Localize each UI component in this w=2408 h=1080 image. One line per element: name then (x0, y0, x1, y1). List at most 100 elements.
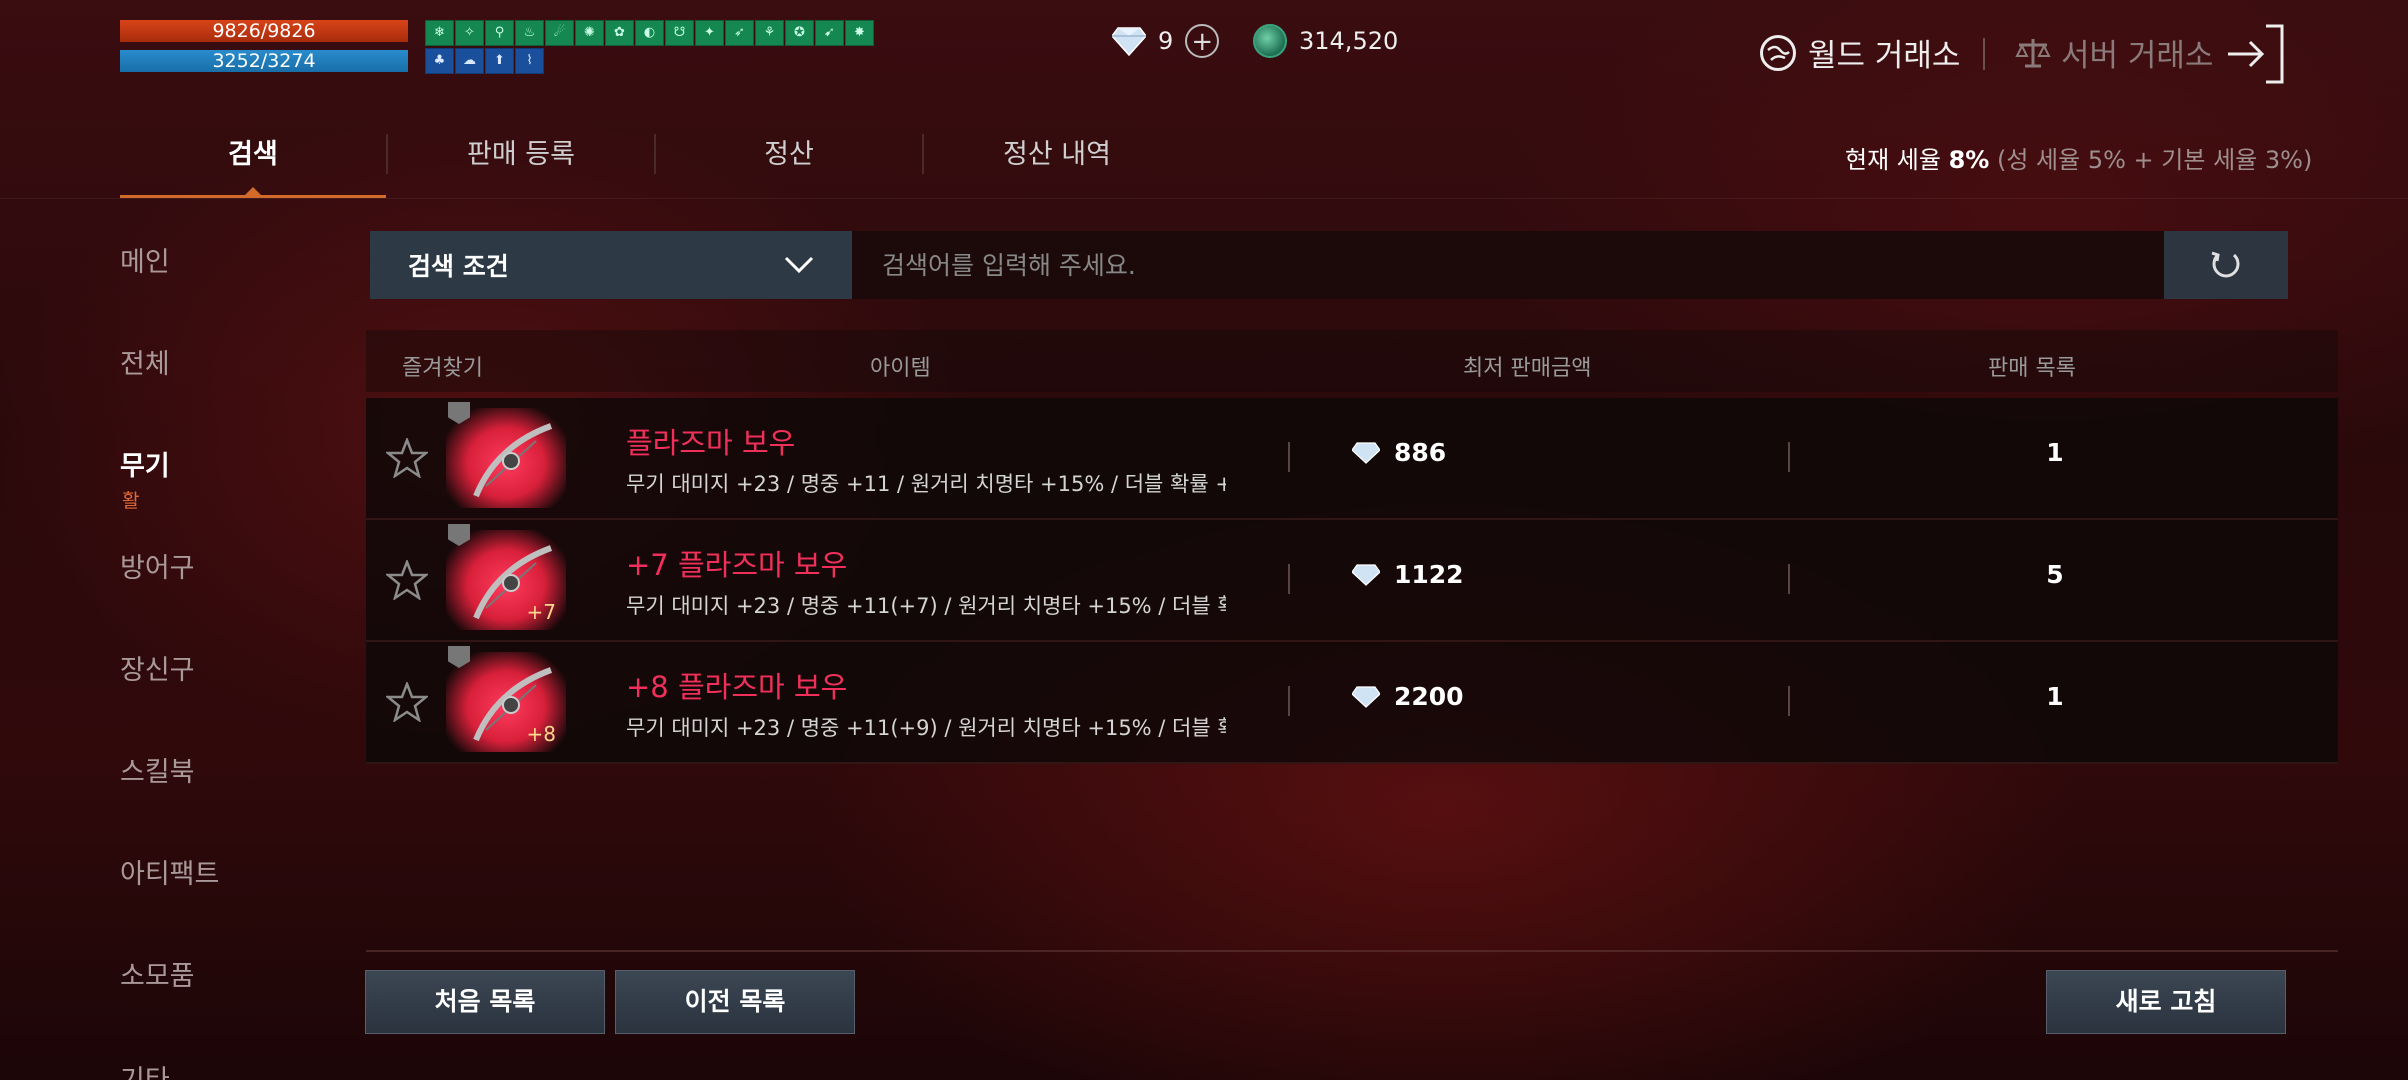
diamond-icon (1352, 685, 1380, 708)
buff-icon[interactable]: ✪ (785, 20, 814, 46)
sale-count: 5 (2046, 560, 2064, 589)
coin-count: 314,520 (1299, 27, 1399, 55)
sidebar-item-accessory[interactable]: 장신구 (120, 648, 219, 750)
search-condition-label: 검색 조건 (408, 252, 509, 281)
buff-icons-row1: ❄ ✧ ⚲ ♨ ☄ ✺ ✿ ◐ ☋ ✦ ➶ ⚘ ✪ ➹ ✸ (425, 20, 874, 46)
sidebar-item-label: 전체 (120, 349, 170, 380)
header-sale-list: 판매 목록 (1988, 356, 2076, 381)
sidebar-item-consumable[interactable]: 소모품 (120, 954, 219, 1056)
buff-icon[interactable]: ☁ (455, 48, 484, 74)
table-header: 즐겨찾기 아이템 최저 판매금액 판매 목록 (366, 330, 2338, 392)
sale-count: 1 (2046, 438, 2064, 467)
item-stats: 무기 대미지 +23 / 명중 +11(+7) / 원거리 치명타 +15% /… (626, 594, 1226, 618)
favorite-star-icon[interactable] (386, 438, 428, 478)
buff-icon[interactable]: ❄ (425, 20, 454, 46)
coin-currency: 314,520 (1253, 24, 1398, 58)
item-thumbnail: +7 (446, 524, 566, 630)
search-condition-dropdown[interactable]: 검색 조건 (370, 231, 852, 299)
tab-search[interactable]: 검색 (120, 130, 386, 198)
category-sidebar: 메인 전체 무기 활 방어구 장신구 스킬북 아티팩트 소모품 (120, 240, 219, 1056)
buff-icon[interactable]: ♣ (425, 48, 454, 74)
favorite-star-icon[interactable] (386, 682, 428, 722)
column-divider (1788, 442, 1790, 472)
tab-sell-register[interactable]: 판매 등록 (388, 130, 654, 198)
tab-bar: 검색 판매 등록 정산 정산 내역 (120, 130, 1190, 198)
buff-icon[interactable]: ♨ (515, 20, 544, 46)
header-item: 아이템 (870, 356, 931, 381)
item-stats: 무기 대미지 +23 / 명중 +11 / 원거리 치명타 +15% / 더블 … (626, 472, 1226, 496)
price-value: 2200 (1394, 682, 1464, 711)
column-divider (1288, 442, 1290, 472)
table-row[interactable]: 플라즈마 보우 무기 대미지 +23 / 명중 +11 / 원거리 치명타 +1… (366, 398, 2338, 520)
buff-icon[interactable]: ✸ (845, 20, 874, 46)
chevron-down-icon (784, 256, 814, 274)
price-value: 1122 (1394, 560, 1464, 589)
header-favorite: 즐겨찾기 (402, 356, 483, 381)
diamond-currency: 9 + (1112, 24, 1220, 58)
item-stats: 무기 대미지 +23 / 명중 +11(+9) / 원거리 치명타 +15% /… (626, 716, 1226, 740)
item-name: 플라즈마 보우 (626, 426, 796, 460)
search-input[interactable] (852, 231, 2164, 299)
sidebar-item-armor[interactable]: 방어구 (120, 546, 219, 648)
column-divider (1288, 686, 1290, 716)
favorite-star-icon[interactable] (386, 560, 428, 600)
item-name: +8 플라즈마 보우 (626, 670, 848, 704)
sidebar-item-label: 무기 (120, 451, 170, 482)
sidebar-item-main[interactable]: 메인 (120, 240, 219, 342)
refresh-button[interactable]: 새로 고침 (2046, 970, 2286, 1034)
buff-icon[interactable]: ⚲ (485, 20, 514, 46)
sidebar-item-label: 장신구 (120, 655, 195, 686)
header-min-price: 최저 판매금액 (1463, 356, 1592, 381)
column-divider (1788, 564, 1790, 594)
sidebar-item-label: 메인 (120, 247, 170, 278)
link-divider (1983, 38, 1985, 70)
mp-bar: 3252/3274 (120, 50, 408, 72)
diamond-icon (1352, 441, 1380, 464)
server-exchange-link[interactable]: 서버 거래소 (2015, 30, 2213, 75)
exit-icon[interactable] (2222, 22, 2286, 86)
tab-settlement[interactable]: 정산 (656, 130, 922, 198)
buff-icon[interactable]: ✺ (575, 20, 604, 46)
prev-list-button[interactable]: 이전 목록 (615, 970, 855, 1034)
diamond-count: 9 (1158, 27, 1174, 55)
table-row[interactable]: +8 +8 플라즈마 보우 무기 대미지 +23 / 명중 +11(+9) / … (366, 642, 2338, 764)
buff-icon[interactable]: ➶ (725, 20, 754, 46)
enhance-level: +8 (526, 722, 556, 746)
buff-icon[interactable]: ☄ (545, 20, 574, 46)
item-price: 886 (1352, 438, 1446, 467)
first-list-button[interactable]: 처음 목록 (365, 970, 605, 1034)
buff-icon[interactable]: ✦ (695, 20, 724, 46)
sidebar-item-weapon[interactable]: 무기 활 (120, 444, 219, 546)
add-diamond-button[interactable]: + (1185, 24, 1220, 58)
buff-icon[interactable]: ☋ (665, 20, 694, 46)
tab-settlement-history[interactable]: 정산 내역 (924, 130, 1190, 198)
buff-icon[interactable]: ✿ (605, 20, 634, 46)
header-divider (0, 198, 2408, 199)
bow-icon (473, 423, 553, 498)
sidebar-item-label: 방어구 (120, 553, 195, 584)
buff-icon[interactable]: ◐ (635, 20, 664, 46)
buff-icon[interactable]: ⌇ (515, 48, 544, 74)
price-value: 886 (1394, 438, 1447, 467)
sidebar-item-artifact[interactable]: 아티팩트 (120, 852, 219, 954)
sidebar-item-all[interactable]: 전체 (120, 342, 219, 444)
buff-icon[interactable]: ➹ (815, 20, 844, 46)
server-exchange-label: 서버 거래소 (2061, 38, 2214, 74)
buff-icon[interactable]: ⚘ (755, 20, 784, 46)
sidebar-item-label: 소모품 (120, 961, 195, 992)
tax-label: 현재 세율 (1845, 146, 1941, 174)
search-reset-button[interactable] (2164, 231, 2288, 299)
coin-icon (1253, 24, 1287, 58)
sidebar-item-label: 스킬북 (120, 757, 195, 788)
buff-icon[interactable]: ✧ (455, 20, 484, 46)
sidebar-item-skillbook[interactable]: 스킬북 (120, 750, 219, 852)
buff-icon[interactable]: ⬆ (485, 48, 514, 74)
item-name: +7 플라즈마 보우 (626, 548, 848, 582)
enhance-level: +7 (526, 600, 556, 624)
globe-icon (1760, 34, 1796, 71)
column-divider (1288, 564, 1290, 594)
world-exchange-link[interactable]: 월드 거래소 (1760, 30, 1960, 75)
sidebar-item-etc[interactable]: 기타 (120, 1058, 170, 1080)
table-row[interactable]: +7 +7 플라즈마 보우 무기 대미지 +23 / 명중 +11(+7) / … (366, 520, 2338, 642)
item-price: 1122 (1352, 560, 1464, 589)
